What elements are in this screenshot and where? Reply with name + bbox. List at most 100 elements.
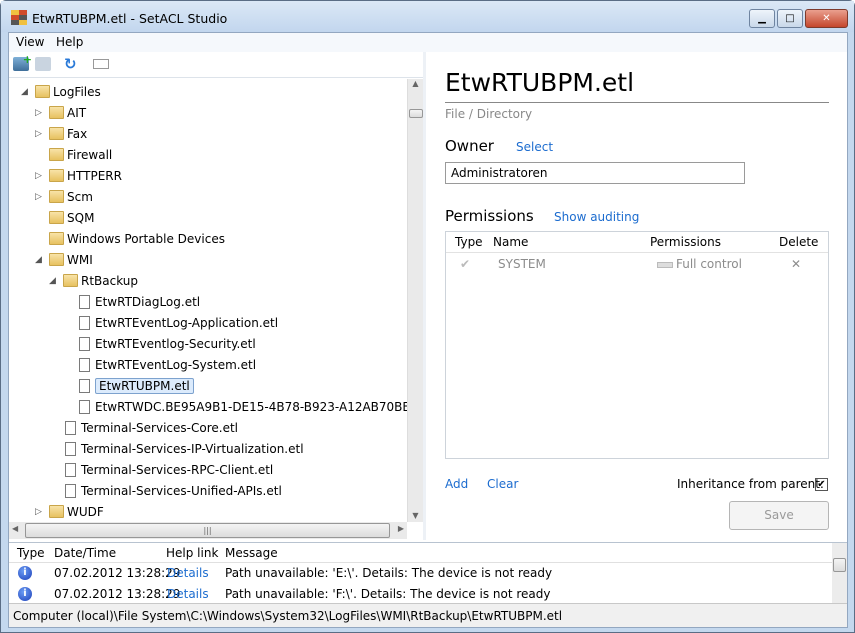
tree-item[interactable]: ◢ LogFiles	[21, 81, 101, 102]
expand-arrow-icon[interactable]: ▷	[35, 108, 42, 118]
details-link[interactable]: Details	[167, 587, 209, 601]
folder-icon	[49, 253, 64, 266]
column-delete[interactable]: Delete	[779, 235, 818, 249]
close-button[interactable]: ✕	[805, 9, 848, 28]
permission-value[interactable]: Full control	[676, 257, 742, 271]
log-message: Path unavailable: 'E:\'. Details: The de…	[225, 566, 553, 580]
log-header: Type Date/Time Help link Message	[9, 543, 832, 563]
tree-item[interactable]: EtwRTEventLog-System.etl	[77, 354, 256, 375]
minimize-button[interactable]: ▁	[749, 9, 775, 28]
log-scrollbar[interactable]	[832, 543, 847, 603]
owner-heading: Owner	[445, 137, 494, 155]
tree-item[interactable]: Terminal-Services-Core.etl	[63, 417, 238, 438]
inheritance-checkbox[interactable]: ✔	[815, 478, 828, 491]
tree-horizontal-scrollbar[interactable]: ◀ ||| ▶	[9, 522, 407, 539]
log-datetime: 07.02.2012 13:28:29	[54, 566, 181, 580]
tree-item[interactable]: SQM	[49, 207, 94, 228]
tree-item[interactable]: ◢ RtBackup	[49, 270, 138, 291]
tree-item[interactable]: Terminal-Services-Unified-APIs.etl	[63, 480, 282, 501]
file-icon	[79, 378, 90, 393]
owner-select-link[interactable]: Select	[516, 140, 553, 154]
log-message: Path unavailable: 'F:\'. Details: The de…	[225, 587, 551, 601]
file-icon	[79, 399, 90, 414]
tree-item-label: LogFiles	[53, 84, 101, 99]
folder-icon	[49, 127, 64, 140]
tree-item[interactable]: ▷ Fax	[35, 123, 87, 144]
column-type[interactable]: Type	[455, 235, 483, 249]
collapse-arrow-icon[interactable]: ◢	[21, 87, 28, 97]
expand-arrow-icon[interactable]: ▷	[35, 507, 42, 517]
show-auditing-link[interactable]: Show auditing	[554, 210, 639, 224]
permissions-table: Type Name Permissions Delete ✔ SYSTEM Fu…	[445, 231, 829, 459]
file-icon	[65, 441, 76, 456]
tree-item-label: Windows Portable Devices	[67, 231, 225, 246]
refresh-icon[interactable]: ↻	[64, 57, 80, 72]
toolbar: + ↻	[9, 52, 424, 78]
column-help-link[interactable]: Help link	[166, 546, 218, 560]
tree-vertical-scrollbar[interactable]: ▲ ▼	[407, 79, 423, 522]
scroll-thumb[interactable]	[409, 109, 423, 118]
details-link[interactable]: Details	[167, 566, 209, 580]
tree-item[interactable]: Windows Portable Devices	[49, 228, 225, 249]
tree-item-label: WMI	[67, 252, 93, 267]
title-bar: EtwRTUBPM.etl - SetACL Studio ▁ □ ✕	[1, 1, 854, 32]
trustee-name: SYSTEM	[498, 257, 546, 271]
log-panel: Type Date/Time Help link Message i 07.02…	[9, 542, 847, 603]
tree-item[interactable]: ▷ Scm	[35, 186, 93, 207]
log-row[interactable]: i 07.02.2012 13:28:29 Details Path unava…	[9, 584, 832, 604]
menu-view[interactable]: View	[16, 35, 44, 49]
tree-item[interactable]: EtwRTEventLog-Application.etl	[77, 312, 278, 333]
maximize-button[interactable]: □	[777, 9, 803, 28]
tree-item-label: EtwRTEventlog-Security.etl	[95, 336, 256, 351]
window-title: EtwRTUBPM.etl - SetACL Studio	[32, 11, 228, 26]
add-computer-icon[interactable]: +	[13, 53, 32, 71]
tree-item[interactable]: EtwRTEventlog-Security.etl	[77, 333, 256, 354]
tree-item[interactable]: ▷ AIT	[35, 102, 87, 123]
tree-item[interactable]: EtwRTUBPM.etl	[77, 375, 194, 396]
object-title: EtwRTUBPM.etl	[445, 68, 635, 97]
scroll-thumb[interactable]	[833, 558, 846, 572]
column-name[interactable]: Name	[493, 235, 528, 249]
owner-field[interactable]: Administratoren	[445, 162, 745, 184]
tree-item-label: Terminal-Services-RPC-Client.etl	[81, 462, 274, 477]
tree-item-label: EtwRTDiagLog.etl	[95, 294, 201, 309]
rename-icon[interactable]	[93, 59, 109, 69]
tree-item[interactable]: ◢ WMI	[35, 249, 93, 270]
tree-item[interactable]: Terminal-Services-IP-Virtualization.etl	[63, 438, 304, 459]
tree-item[interactable]: Firewall	[49, 144, 112, 165]
expand-arrow-icon[interactable]: ▷	[35, 171, 42, 181]
tree-item[interactable]: Terminal-Services-RPC-Client.etl	[63, 459, 273, 480]
menu-help[interactable]: Help	[56, 35, 83, 49]
table-row[interactable]: ✔ SYSTEM Full control ✕	[446, 254, 828, 276]
folder-icon	[49, 211, 64, 224]
scroll-thumb[interactable]: |||	[25, 523, 390, 538]
folder-icon	[49, 106, 64, 119]
log-row[interactable]: i 07.02.2012 13:28:29 Details Path unava…	[9, 563, 832, 583]
file-icon	[79, 315, 90, 330]
delete-icon[interactable]: ✕	[791, 257, 801, 271]
save-button[interactable]: Save	[729, 501, 829, 530]
inheritance-label: Inheritance from parent:	[677, 477, 824, 491]
add-link[interactable]: Add	[445, 477, 468, 491]
column-message[interactable]: Message	[225, 546, 278, 560]
column-type[interactable]: Type	[17, 546, 45, 560]
tree-item[interactable]: ▷ HTTPERR	[35, 165, 122, 186]
tree-item[interactable]: EtwRTDiagLog.etl	[77, 291, 200, 312]
check-icon: ✔	[460, 257, 471, 271]
tree-item-label: EtwRTEventLog-System.etl	[95, 357, 257, 372]
tree-item-label: Terminal-Services-IP-Virtualization.etl	[81, 441, 304, 456]
column-permissions[interactable]: Permissions	[650, 235, 721, 249]
tree-item-label: AIT	[67, 105, 87, 120]
tree-item[interactable]: EtwRTWDC.BE95A9B1-DE15-4B78-B923-A12AB70…	[77, 396, 407, 417]
collapse-arrow-icon[interactable]: ◢	[49, 276, 56, 286]
info-icon: i	[18, 587, 32, 601]
tree-item[interactable]: ▷ WUDF	[35, 501, 104, 522]
remove-computer-icon[interactable]	[35, 57, 51, 71]
expand-arrow-icon[interactable]: ▷	[35, 192, 42, 202]
clear-link[interactable]: Clear	[487, 477, 518, 491]
column-datetime[interactable]: Date/Time	[54, 546, 116, 560]
expand-arrow-icon[interactable]: ▷	[35, 129, 42, 139]
file-icon	[79, 336, 90, 351]
tree-item-label: HTTPERR	[67, 168, 122, 183]
collapse-arrow-icon[interactable]: ◢	[35, 255, 42, 265]
